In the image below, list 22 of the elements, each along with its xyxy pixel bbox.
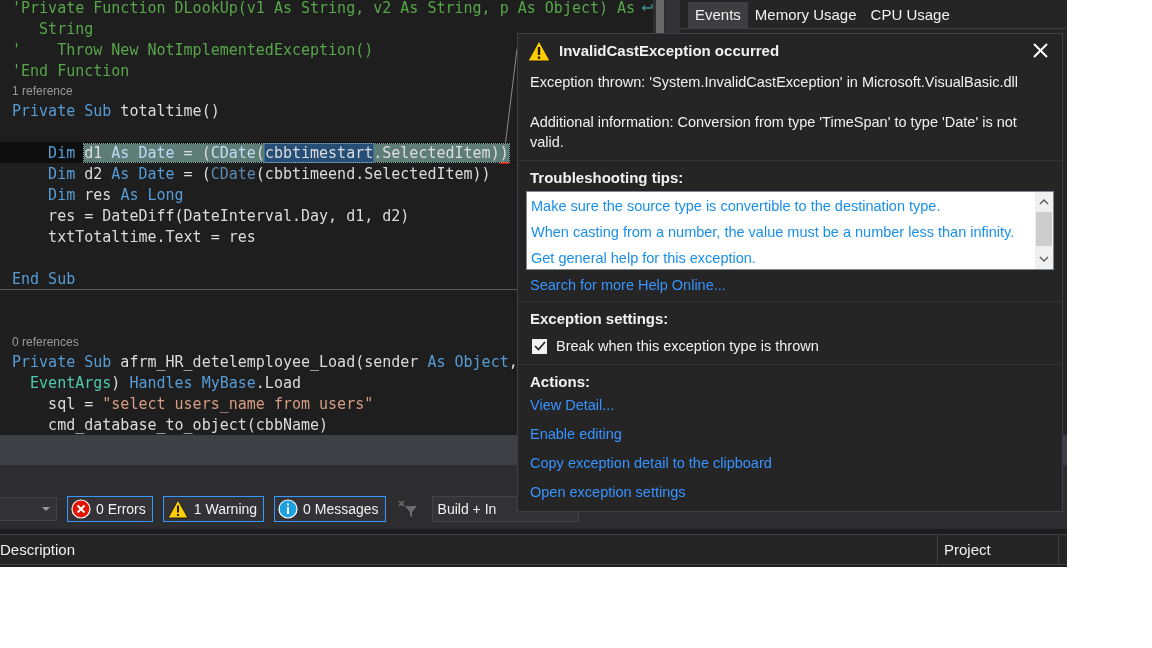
code-line: EventArgs) Handles MyBase.Load (29, 373, 301, 392)
section-heading: Exception settings: (530, 309, 670, 328)
code-line: ' Throw New NotImplementedException() (12, 40, 374, 59)
exception-message: Exception thrown: 'System.InvalidCastException' in Microsoft.VisualBasic.dll (530, 73, 1019, 92)
code-line: String (38, 19, 94, 38)
code-line: 'Private Function DLookUp(v1 As String, v2 As String, p As Object) As (12, 0, 636, 17)
exception-title: InvalidCastException occurred (559, 42, 781, 59)
code-line: Dim res As Long (47, 185, 184, 204)
section-heading: Actions: (530, 372, 591, 391)
code-line: End Sub (12, 269, 76, 288)
checkbox-label: Break when this exception type is thrown (556, 337, 819, 356)
additional-information: Additional information: Conversion from type 'TimeSpan' to type 'Date' is not valid. (530, 113, 1018, 152)
code-line: Private Sub afrm_HR_detelemployee_Load(sender As Object, (12, 352, 518, 371)
code-line: Dim d1 As Date = (CDate(cbbtimestart.SelectedItem)) (47, 143, 509, 162)
code-line: Private Sub totaltime() (12, 101, 220, 120)
code-line: txtTotaltime.Text = res (47, 227, 256, 246)
code-line: res = DateDiff(DateInterval.Day, d1, d2) (47, 206, 410, 225)
code-line: sql = "select users_name from users" (47, 394, 374, 413)
section-heading: Troubleshooting tips: (530, 168, 685, 187)
code-line: 'End Function (12, 61, 130, 80)
code-line: cmd_database_to_object(cbbName) (47, 415, 329, 434)
code-line: Dim d2 As Date = (CDate(cbbtimeend.SelectedItem)) (47, 164, 491, 183)
